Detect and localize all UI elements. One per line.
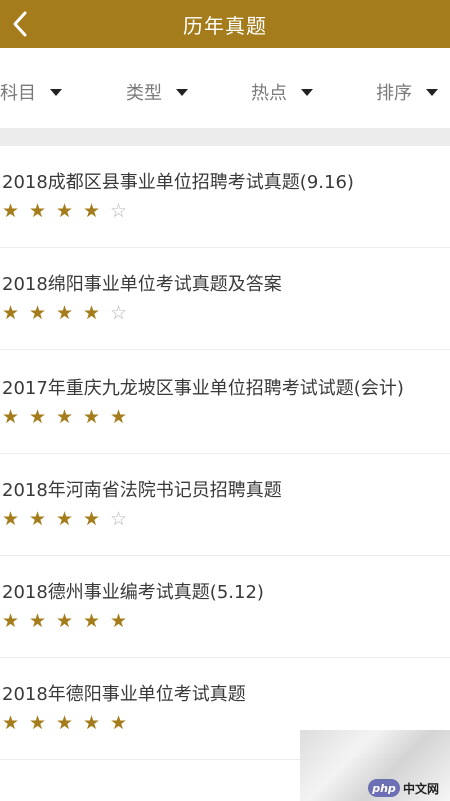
star-filled-icon: ★ bbox=[29, 302, 47, 324]
star-filled-icon: ★ bbox=[29, 712, 47, 734]
star-empty-icon: ☆ bbox=[110, 508, 128, 530]
back-button[interactable] bbox=[0, 0, 40, 48]
star-filled-icon: ★ bbox=[29, 200, 47, 222]
filter-label: 热点 bbox=[251, 83, 287, 104]
chevron-left-icon bbox=[13, 11, 27, 37]
star-filled-icon: ★ bbox=[56, 610, 74, 632]
star-rating: ★ ★ ★ ★ ☆ bbox=[2, 301, 450, 325]
star-filled-icon: ★ bbox=[83, 610, 101, 632]
star-filled-icon: ★ bbox=[83, 508, 101, 530]
star-filled-icon: ★ bbox=[83, 200, 101, 222]
star-filled-icon: ★ bbox=[2, 712, 20, 734]
star-filled-icon: ★ bbox=[110, 406, 128, 428]
caret-down-icon bbox=[50, 88, 62, 96]
exam-list-item[interactable]: 2018德州事业编考试真题(5.12) ★ ★ ★ ★ ★ bbox=[0, 556, 450, 658]
star-filled-icon: ★ bbox=[29, 610, 47, 632]
star-filled-icon: ★ bbox=[2, 200, 20, 222]
star-empty-icon: ☆ bbox=[110, 302, 128, 324]
exam-title: 2018成都区县事业单位招聘考试真题(9.16) bbox=[2, 172, 354, 193]
star-rating: ★ ★ ★ ★ ★ bbox=[2, 405, 450, 429]
star-filled-icon: ★ bbox=[2, 610, 20, 632]
filter-type-dropdown[interactable]: 类型 bbox=[126, 79, 188, 105]
php-badge: php bbox=[368, 779, 400, 797]
star-rating: ★ ★ ★ ★ ☆ bbox=[2, 507, 450, 531]
exam-list-item[interactable]: 2018成都区县事业单位招聘考试真题(9.16) ★ ★ ★ ★ ☆ bbox=[0, 146, 450, 248]
star-empty-icon: ☆ bbox=[110, 200, 128, 222]
watermark-logo: php 中文网 bbox=[368, 778, 439, 798]
exam-list-item[interactable]: 2017年重庆九龙坡区事业单位招聘考试试题(会计) ★ ★ ★ ★ ★ bbox=[0, 350, 450, 454]
filter-bar: 科目 类型 热点 排序 bbox=[0, 48, 450, 128]
star-rating: ★ ★ ★ ★ ★ bbox=[2, 609, 450, 633]
star-filled-icon: ★ bbox=[83, 712, 101, 734]
star-filled-icon: ★ bbox=[29, 406, 47, 428]
star-filled-icon: ★ bbox=[83, 302, 101, 324]
app-screen: 历年真题 科目 类型 热点 排序 2018成都区县事业单位招聘考试真题(9.16… bbox=[0, 0, 450, 801]
star-filled-icon: ★ bbox=[29, 508, 47, 530]
star-filled-icon: ★ bbox=[56, 406, 74, 428]
filter-label: 类型 bbox=[126, 83, 162, 104]
exam-list-item[interactable]: 2018年河南省法院书记员招聘真题 ★ ★ ★ ★ ☆ bbox=[0, 454, 450, 556]
exam-title: 2018年河南省法院书记员招聘真题 bbox=[2, 480, 282, 501]
caret-down-icon bbox=[176, 88, 188, 96]
page-title: 历年真题 bbox=[183, 13, 267, 38]
filter-label: 排序 bbox=[376, 83, 412, 104]
caret-down-icon bbox=[426, 88, 438, 96]
star-filled-icon: ★ bbox=[83, 406, 101, 428]
star-filled-icon: ★ bbox=[2, 508, 20, 530]
filter-hot-dropdown[interactable]: 热点 bbox=[251, 79, 313, 105]
star-filled-icon: ★ bbox=[2, 406, 20, 428]
exam-list-item[interactable]: 2018绵阳事业单位考试真题及答案 ★ ★ ★ ★ ☆ bbox=[0, 248, 450, 350]
star-filled-icon: ★ bbox=[56, 200, 74, 222]
star-filled-icon: ★ bbox=[110, 610, 128, 632]
star-filled-icon: ★ bbox=[56, 508, 74, 530]
filter-subject-dropdown[interactable]: 科目 bbox=[0, 79, 62, 105]
star-filled-icon: ★ bbox=[56, 712, 74, 734]
filter-sort-dropdown[interactable]: 排序 bbox=[376, 79, 438, 105]
exam-title: 2018绵阳事业单位考试真题及答案 bbox=[2, 274, 282, 295]
exam-title: 2017年重庆九龙坡区事业单位招聘考试试题(会计) bbox=[2, 378, 404, 399]
star-filled-icon: ★ bbox=[110, 712, 128, 734]
section-divider bbox=[0, 128, 450, 146]
exam-title: 2018德州事业编考试真题(5.12) bbox=[2, 582, 264, 603]
caret-down-icon bbox=[301, 88, 313, 96]
exam-list: 2018成都区县事业单位招聘考试真题(9.16) ★ ★ ★ ★ ☆ 2018绵阳事业单位考… bbox=[0, 146, 450, 760]
star-filled-icon: ★ bbox=[2, 302, 20, 324]
watermark-text: 中文网 bbox=[403, 781, 440, 796]
star-filled-icon: ★ bbox=[56, 302, 74, 324]
top-bar: 历年真题 bbox=[0, 0, 450, 48]
exam-title: 2018年德阳事业单位考试真题 bbox=[2, 684, 246, 705]
filter-label: 科目 bbox=[0, 83, 36, 104]
star-rating: ★ ★ ★ ★ ☆ bbox=[2, 199, 450, 223]
